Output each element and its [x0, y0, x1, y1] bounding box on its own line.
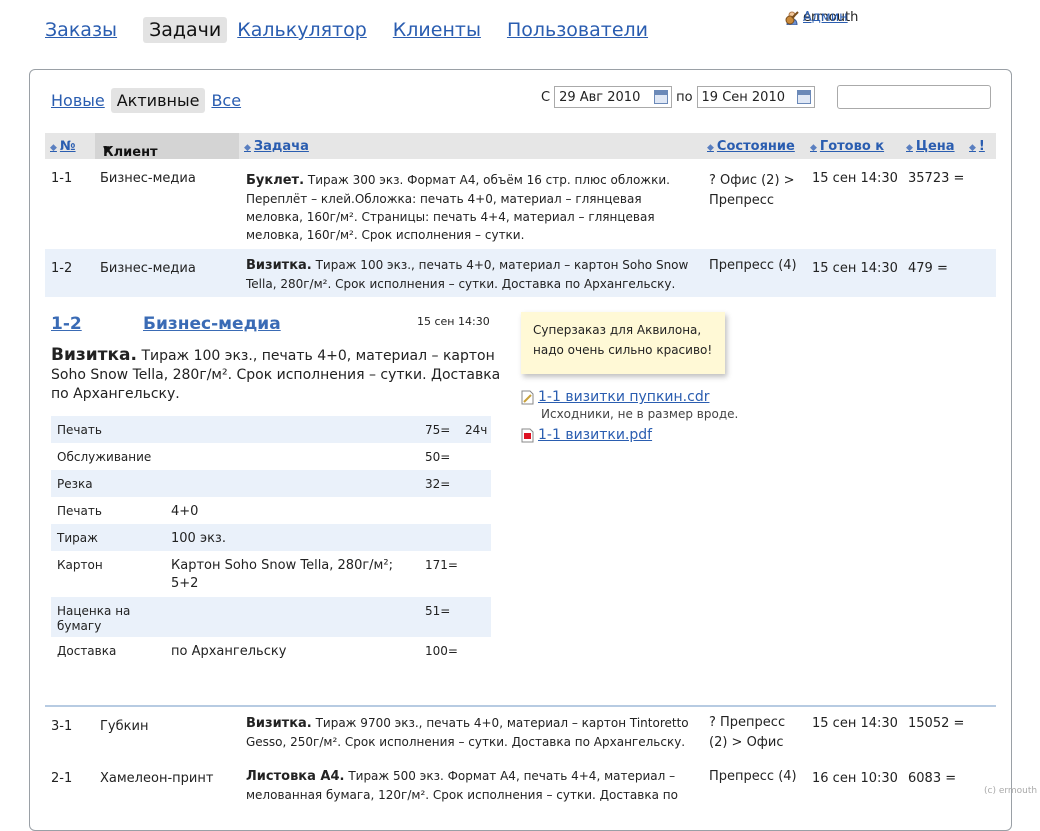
detail-task-title: Визитка. [51, 345, 137, 365]
date-range: С 29 Авг 2010 по 19 Сен 2010 [541, 86, 815, 108]
row-price: 35723 = [908, 171, 965, 186]
spec-row: Наценка на бумагу 51= [51, 597, 491, 637]
sticky-note: Суперзаказ для Аквилона, надо очень силь… [521, 312, 725, 374]
col-flag[interactable]: ◆! [969, 139, 985, 154]
row-state: Препресс (4) [709, 258, 797, 273]
attachment-link[interactable]: 1-1 визитки пупкин.cdr [538, 389, 709, 405]
date-to-input[interactable]: 19 Сен 2010 [696, 86, 815, 108]
col-price[interactable]: ◆ Цена [906, 139, 955, 154]
table-row[interactable]: 2-1 Хамелеон-принт Листовка А4. Тираж 50… [45, 759, 996, 809]
copyright: (c) ermouth [984, 786, 1038, 796]
status-filters: Новые Активные Все [51, 88, 241, 113]
tasks-panel: Новые Активные Все С 29 Авг 2010 по 19 С… [29, 69, 1012, 831]
spec-row: Печать 75= 24ч [51, 416, 491, 443]
table-header: ◆ № ▼ Клиент ◆ Задача ◆ Состояние ◆ Готово к … [45, 133, 996, 160]
spec-row: Печать 4+0 [57, 504, 199, 519]
row-num: 1-2 [51, 261, 73, 276]
row-price: 15052 = [908, 716, 965, 731]
row-client: Бизнес-медиа [100, 261, 196, 276]
filter-active[interactable]: Активные [110, 88, 206, 113]
sort-icon: ◆ [810, 143, 817, 153]
attachment-desc: Исходники, не в размер вроде. [541, 407, 739, 421]
date-to-value: 19 Сен 2010 [701, 89, 785, 105]
row-task: Буклет. Тираж 300 экз. Формат А4, объём … [246, 171, 696, 244]
row-num: 2-1 [51, 771, 73, 786]
nav-users[interactable]: Пользователи [507, 17, 648, 43]
attachment-item: 1-1 визитки пупкин.cdr [521, 389, 738, 405]
calendar-icon[interactable] [654, 90, 669, 104]
row-price: 6083 = [908, 771, 957, 786]
date-from-value: 29 Авг 2010 [559, 89, 641, 105]
table-row-selected[interactable]: 1-2 Бизнес-медиа Визитка. Тираж 100 экз.… [45, 249, 996, 297]
nav-orders[interactable]: Заказы [45, 17, 117, 43]
main-nav: Заказы Задачи Калькулятор Клиенты Пользо… [45, 17, 648, 43]
task-title: Визитка. [246, 258, 312, 273]
row-task: Визитка. Тираж 9700 экз., печать 4+0, ма… [246, 714, 696, 751]
attachment-link[interactable]: 1-1 визитки.pdf [538, 427, 652, 443]
task-title: Листовка А4. [246, 769, 345, 784]
date-from-input[interactable]: 29 Авг 2010 [554, 86, 673, 108]
row-num: 1-1 [51, 171, 73, 186]
user-role-link[interactable]: Админ [803, 8, 848, 28]
sort-icon: ◆ [50, 143, 57, 153]
row-num: 3-1 [51, 719, 73, 734]
nav-clients[interactable]: Клиенты [393, 17, 481, 43]
row-price: 479 = [908, 261, 948, 276]
spec-row: Тираж 100 экз. [51, 524, 491, 551]
calendar-icon[interactable] [796, 90, 811, 104]
row-task: Визитка. Тираж 100 экз., печать 4+0, мат… [246, 256, 696, 293]
pdf-icon [521, 428, 534, 443]
guitar-icon [785, 11, 799, 25]
nav-tasks[interactable]: Задачи [143, 17, 228, 43]
detail-order-num[interactable]: 1-2 [51, 314, 82, 334]
filter-new[interactable]: Новые [51, 89, 105, 112]
attachment-item: 1-1 визитки.pdf [521, 427, 738, 443]
col-task[interactable]: ◆ Задача [244, 139, 309, 154]
search-input[interactable] [837, 85, 991, 109]
row-ready: 16 сен 10:30 [812, 771, 898, 786]
row-client: Хамелеон-принт [100, 771, 214, 786]
detail-task: Визитка. Тираж 100 экз., печать 4+0, мат… [51, 346, 501, 404]
row-state: ? Препресс (2) > Офис [709, 715, 786, 750]
table-row[interactable]: 3-1 Губкин Визитка. Тираж 9700 экз., печ… [45, 707, 996, 759]
attachments: 1-1 визитки пупкин.cdr Исходники, не в р… [521, 389, 738, 443]
row-ready: 15 сен 14:30 [812, 716, 898, 731]
row-state: Препресс (4) [709, 769, 797, 784]
sort-icon: ◆ [969, 143, 976, 153]
row-task: Листовка А4. Тираж 500 экз. Формат А4, п… [246, 767, 696, 804]
task-text: Тираж 100 экз., печать 4+0, материал – к… [246, 258, 689, 291]
date-to-label: по [676, 89, 693, 105]
detail-client-link[interactable]: Бизнес-медиа [143, 314, 281, 334]
task-title: Буклет. [246, 173, 305, 188]
spec-row: Картон Картон Soho Snow Tella, 280г/м²; … [57, 558, 458, 591]
spec-row: Резка 32= [51, 470, 491, 497]
task-text: Тираж 300 экз. Формат А4, объём 16 стр. … [246, 173, 670, 242]
row-client: Губкин [100, 719, 149, 734]
sort-icon: ◆ [707, 143, 714, 153]
task-detail: 1-2 Бизнес-медиа 15 сен 14:30 Визитка. Т… [45, 298, 996, 707]
spec-row: Обслуживание 50= [57, 450, 451, 464]
nav-calculator[interactable]: Калькулятор [237, 17, 367, 43]
row-ready: 15 сен 14:30 [812, 171, 898, 186]
filter-all[interactable]: Все [211, 89, 241, 112]
date-from-label: С [541, 89, 551, 105]
col-ready[interactable]: ◆ Готово к [810, 139, 884, 154]
task-title: Визитка. [246, 716, 312, 731]
table-row[interactable]: 1-1 Бизнес-медиа Буклет. Тираж 300 экз. … [45, 159, 996, 249]
detail-date: 15 сен 14:30 [417, 315, 490, 328]
spec-table: Печать 75= 24ч Обслуживание 50= Резка 32… [51, 416, 491, 665]
row-client: Бизнес-медиа [100, 171, 196, 186]
sort-icon: ◆ [244, 143, 251, 153]
sort-icon: ◆ [906, 143, 913, 153]
task-text: Тираж 9700 экз., печать 4+0, материал – … [246, 716, 689, 749]
row-state: ? Офис (2) > Препресс [709, 173, 795, 208]
spec-row: Доставка по Архангельску 100= [57, 644, 458, 659]
col-client[interactable]: ▼ Клиент [95, 133, 239, 160]
row-ready: 15 сен 14:30 [812, 261, 898, 276]
col-state[interactable]: ◆ Состояние [707, 139, 795, 154]
col-num[interactable]: ◆ № [50, 139, 76, 154]
document-edit-icon [521, 390, 534, 405]
